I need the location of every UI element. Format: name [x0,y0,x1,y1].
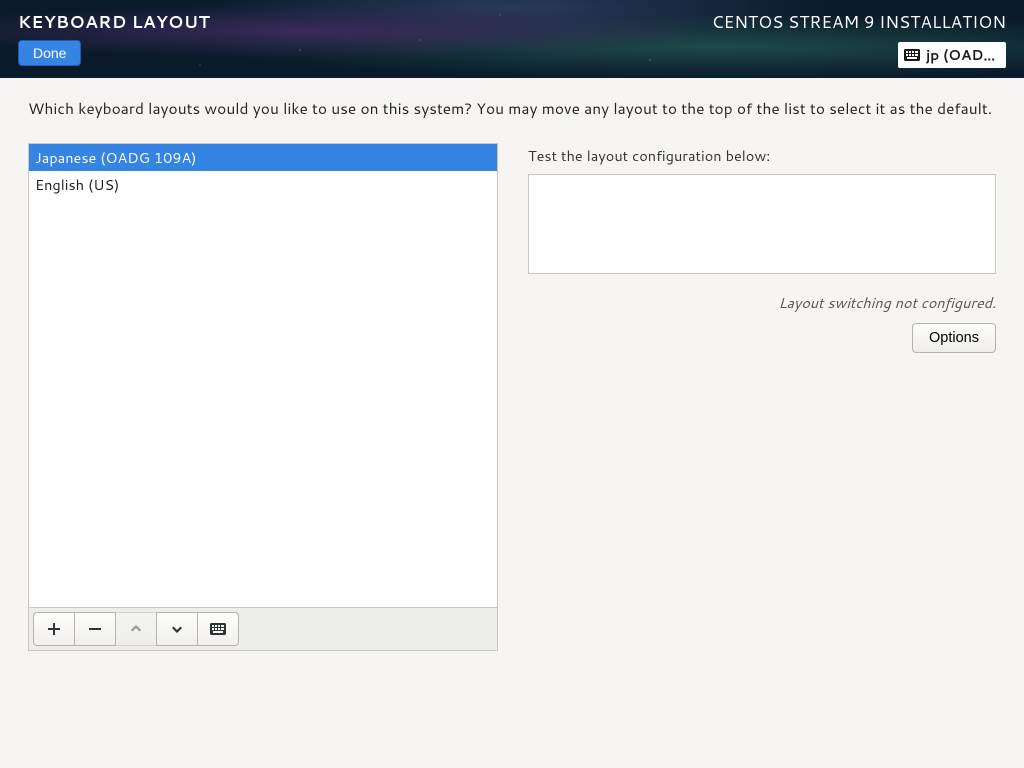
options-button[interactable]: Options [912,323,996,353]
minus-icon [88,622,102,636]
keyboard-indicator-label: jp (OADG1… [926,45,998,65]
plus-icon [47,622,61,636]
layout-toolbar [29,607,497,650]
keyboard-indicator[interactable]: jp (OADG1… [898,42,1006,68]
instruction-text: Which keyboard layouts would you like to… [28,98,996,119]
done-button[interactable]: Done [18,40,81,66]
chevron-up-icon [129,622,143,636]
layout-list[interactable]: Japanese (OADG 109A)English (US) [29,144,497,607]
add-layout-button[interactable] [33,612,75,646]
list-item[interactable]: English (US) [29,171,497,198]
test-label: Test the layout configuration below: [528,145,996,166]
list-item[interactable]: Japanese (OADG 109A) [29,144,497,171]
remove-layout-button[interactable] [74,612,116,646]
installer-title: CENTOS STREAM 9 INSTALLATION [712,10,1006,34]
move-down-button[interactable] [156,612,198,646]
keyboard-icon [904,49,920,61]
move-up-button [115,612,157,646]
header-bar: KEYBOARD LAYOUT Done CENTOS STREAM 9 INS… [0,0,1024,78]
keyboard-icon [210,623,226,635]
chevron-down-icon [170,622,184,636]
layout-panel: Japanese (OADG 109A)English (US) [28,143,498,651]
preview-layout-button[interactable] [197,612,239,646]
switching-status: Layout switching not configured. [528,292,996,313]
test-input[interactable] [528,174,996,274]
page-title: KEYBOARD LAYOUT [18,10,210,34]
